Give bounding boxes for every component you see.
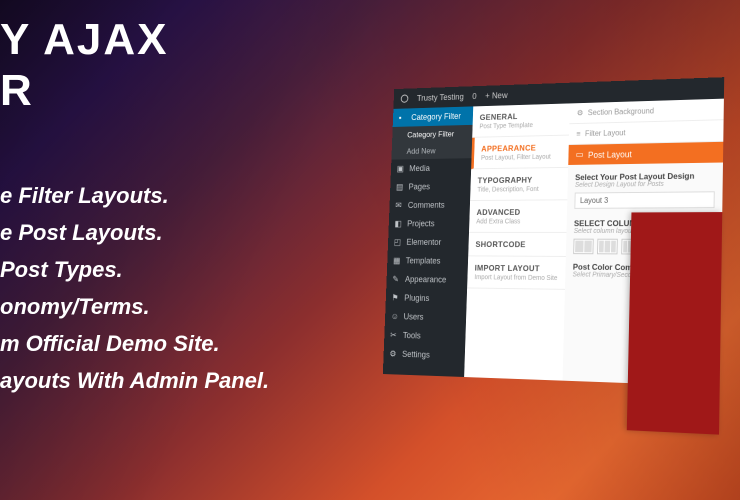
feature-item: Post Types. — [0, 252, 269, 289]
feature-item: onomy/Terms. — [0, 289, 269, 326]
pages-icon: ▤ — [396, 182, 405, 191]
title-line-1: Y AJAX — [0, 15, 269, 66]
sidebar-item-label: Elementor — [406, 237, 441, 246]
sidebar-item-label: Tools — [403, 330, 421, 340]
new-button[interactable]: + New — [485, 91, 508, 101]
sidebar-item-pages[interactable]: ▤Pages — [390, 177, 471, 196]
tab-label: TYPOGRAPHY — [478, 175, 561, 185]
tools-icon: ✂ — [390, 330, 399, 340]
tab-desc: Title, Description, Font — [477, 186, 560, 193]
users-icon: ☺ — [391, 311, 400, 321]
sidebar-item-appearance[interactable]: ✎ Appearance — [386, 270, 467, 290]
doc-icon — [576, 149, 584, 160]
feature-item: m Official Demo Site. — [0, 326, 269, 363]
tab-advanced[interactable]: ADVANCEDAdd Extra Class — [469, 200, 567, 233]
tab-appearance[interactable]: APPEARANCEPost Layout, Filter Layout — [471, 136, 569, 170]
sidebar-item-label: Pages — [408, 182, 430, 191]
sidebar-item-comments[interactable]: ✉ Comments — [389, 195, 470, 214]
gear-icon — [577, 109, 584, 118]
media-icon: ▣ — [397, 164, 406, 173]
admin-body: ▪ Category Filter Category Filter Add Ne… — [383, 99, 724, 387]
sidebar-item-category-filter[interactable]: ▪ Category Filter — [393, 106, 474, 127]
feature-item: e Post Layouts. — [0, 215, 269, 252]
tab-shortcode[interactable]: SHORTCODE — [468, 233, 566, 257]
design-hint: Select Design Layout for Posts — [575, 180, 715, 188]
tab-desc: Post Layout, Filter Layout — [481, 154, 561, 162]
sidebar-item-label: Plugins — [404, 293, 429, 303]
tab-desc: Import Layout from Demo Site — [474, 274, 558, 282]
tab-desc: Add Extra Class — [476, 218, 559, 225]
sidebar-item-users[interactable]: ☺Users — [385, 307, 467, 328]
elementor-icon: ◰ — [394, 237, 403, 246]
site-name[interactable]: Trusty Testing — [417, 92, 464, 103]
hero-text: Y AJAX R e Filter Layouts. e Post Layout… — [0, 15, 269, 400]
sidebar-item-elementor[interactable]: ◰Elementor — [388, 233, 469, 252]
sidebar-item-label: Comments — [408, 200, 445, 209]
tab-typography[interactable]: TYPOGRAPHYTitle, Description, Font — [470, 168, 568, 201]
tab-label: ADVANCED — [476, 207, 559, 217]
admin-panel-screenshot: Trusty Testing 0 + New ▪ Category Filter… — [383, 77, 724, 386]
list-icon — [576, 130, 580, 139]
filter-icon: ▪ — [399, 113, 408, 122]
appearance-icon: ✎ — [392, 274, 401, 283]
feature-list: e Filter Layouts. e Post Layouts. Post T… — [0, 178, 269, 400]
tab-general[interactable]: GENERALPost Type Template — [472, 103, 570, 137]
tab-label: SHORTCODE — [475, 239, 559, 249]
tab-desc: Post Type Template — [479, 122, 562, 131]
column-option-3[interactable] — [597, 239, 618, 255]
sidebar-sub-add-new[interactable]: Add New — [391, 141, 472, 159]
templates-icon: ▦ — [393, 256, 402, 265]
column-option-2[interactable] — [573, 239, 594, 255]
sidebar-item-tools[interactable]: ✂ Tools — [384, 325, 466, 346]
title-line-2: R — [0, 66, 269, 117]
sidebar-item-label: Category Filter — [411, 111, 461, 122]
sidebar-item-media[interactable]: ▣Media — [391, 158, 472, 178]
section-label: Section Background — [588, 107, 654, 117]
sidebar-item-templates[interactable]: ▦ Templates — [387, 251, 468, 270]
preview-overlay — [627, 212, 722, 435]
tab-label: APPEARANCE — [481, 142, 561, 153]
sidebar-item-label: Appearance — [405, 274, 447, 284]
settings-icon: ⚙ — [389, 349, 398, 359]
sidebar-item-label: Projects — [407, 219, 435, 228]
sidebar-item-label: Templates — [406, 256, 441, 266]
layout-select[interactable]: Layout 3 — [574, 191, 714, 209]
sidebar-item-label: Media — [409, 164, 430, 173]
plugins-icon: ⚑ — [392, 293, 401, 302]
feature-item: ayouts With Admin Panel. — [0, 363, 269, 400]
comments-count[interactable]: 0 — [472, 92, 477, 101]
feature-item: e Filter Layouts. — [0, 178, 269, 215]
projects-icon: ◧ — [394, 219, 403, 228]
settings-tabs-column: GENERALPost Type Template APPEARANCEPost… — [464, 103, 570, 380]
tab-label: IMPORT LAYOUT — [475, 263, 559, 273]
tab-label: GENERAL — [480, 110, 563, 122]
post-layout-tab[interactable]: Post Layout — [568, 142, 723, 165]
sidebar-item-settings[interactable]: ⚙ Settings — [383, 344, 465, 365]
wp-sidebar: ▪ Category Filter Category Filter Add Ne… — [383, 106, 473, 377]
tab-label: Post Layout — [588, 149, 632, 159]
sidebar-item-label: Users — [403, 312, 423, 322]
sidebar-sub-category-filter[interactable]: Category Filter — [392, 125, 473, 143]
sidebar-item-projects[interactable]: ◧ Projects — [388, 214, 469, 233]
settings-content: Section Background Filter Layout Post La… — [563, 99, 724, 387]
sidebar-item-label: Settings — [402, 349, 430, 359]
wp-logo-icon — [400, 94, 409, 104]
comments-icon: ✉ — [395, 201, 404, 210]
tab-import-layout[interactable]: IMPORT LAYOUTImport Layout from Demo Sit… — [467, 256, 566, 290]
sidebar-item-plugins[interactable]: ⚑Plugins — [386, 288, 468, 308]
section-label: Filter Layout — [585, 128, 626, 138]
